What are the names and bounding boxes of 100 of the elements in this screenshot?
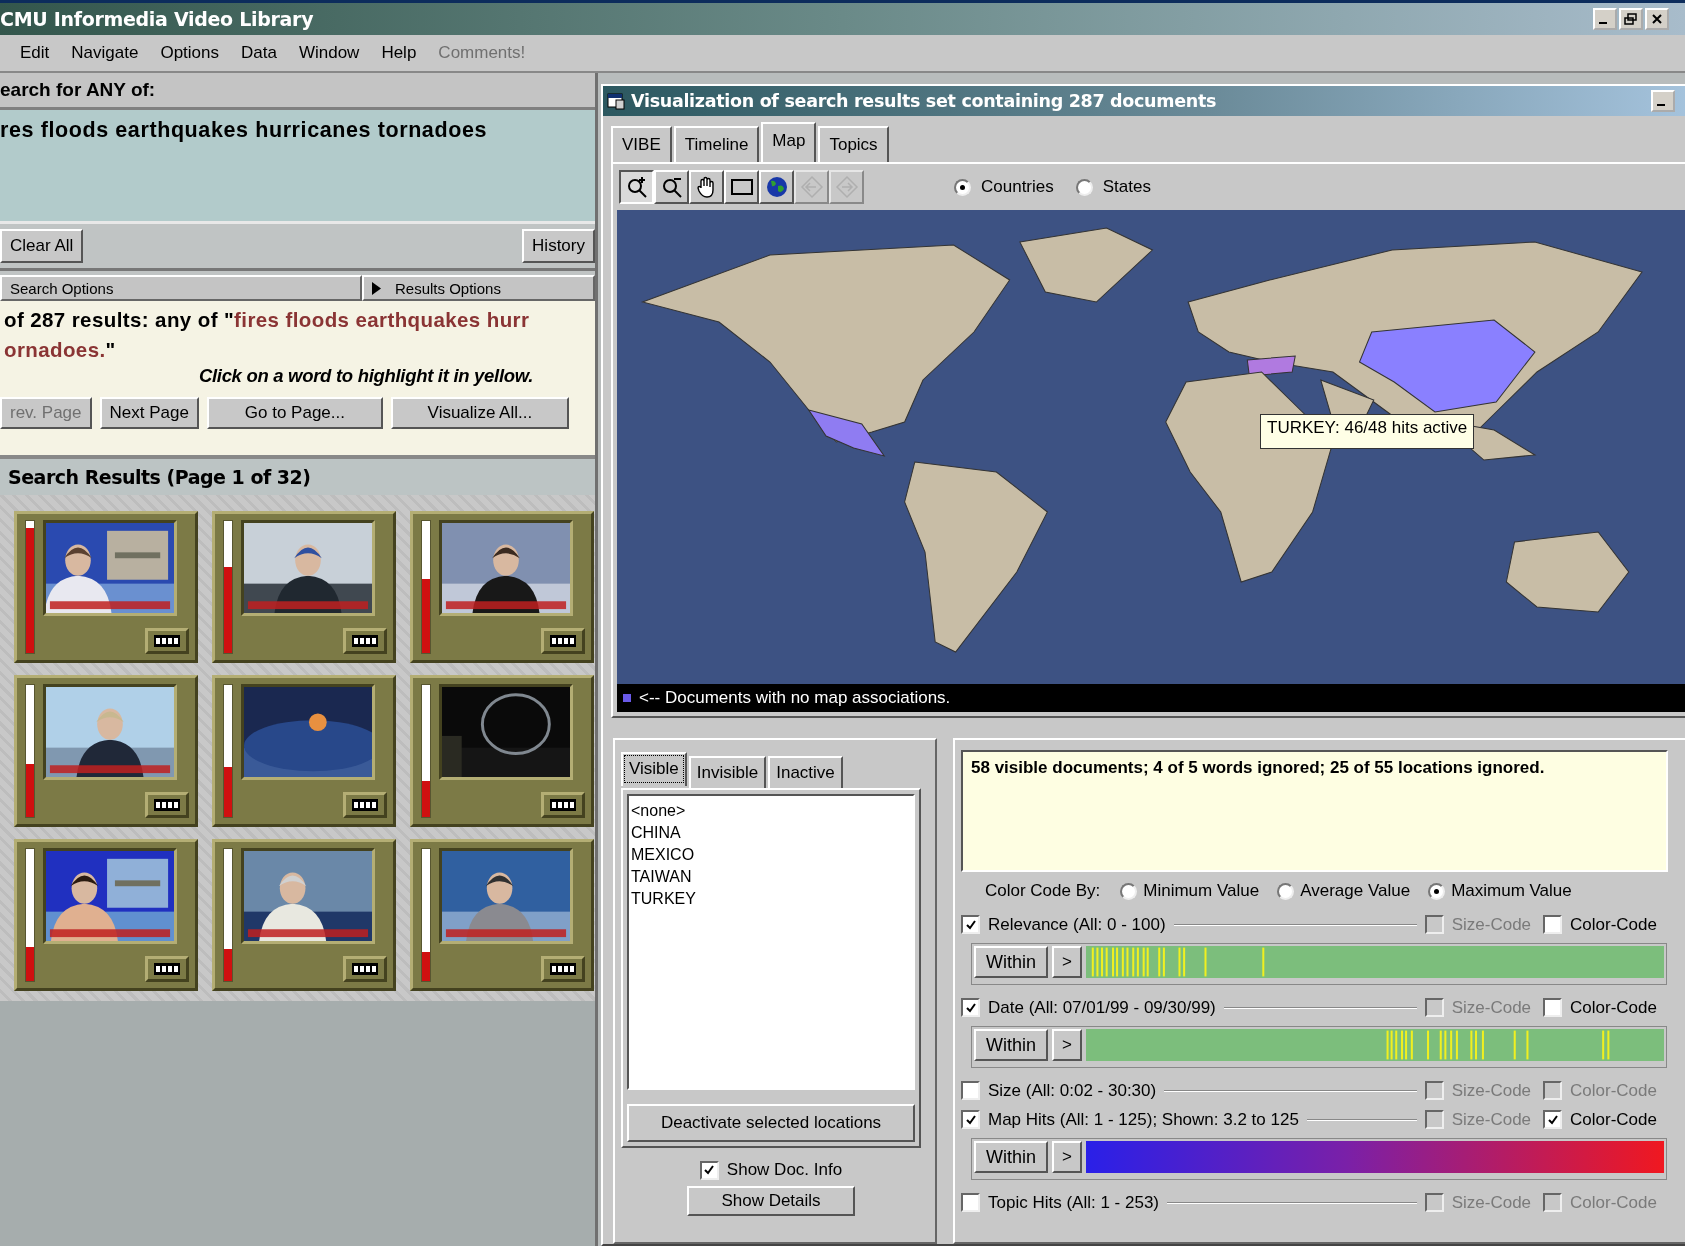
radio-button[interactable] xyxy=(1120,882,1138,900)
list-item[interactable]: <none> xyxy=(631,800,686,822)
filmstrip-button[interactable] xyxy=(541,792,585,818)
result-card[interactable] xyxy=(410,839,594,991)
checkbox[interactable] xyxy=(1543,1110,1563,1129)
tab[interactable]: Topics xyxy=(818,126,889,162)
search-label: earch for ANY of: xyxy=(0,79,156,101)
checkbox[interactable] xyxy=(961,915,980,934)
location-list[interactable]: <none> CHINA MEXICO TAIWAN TURKEY xyxy=(627,794,915,1090)
within-button[interactable]: Within xyxy=(974,1029,1048,1061)
menu-item[interactable]: Window xyxy=(298,43,360,63)
menu-item[interactable]: Navigate xyxy=(71,43,139,63)
radio-button[interactable] xyxy=(1277,882,1295,900)
menu-item[interactable]: Data xyxy=(241,43,277,63)
options-bar[interactable]: Results Options xyxy=(362,275,595,301)
map-tooltip: TURKEY: 46/48 hits active xyxy=(1260,414,1475,449)
list-item[interactable]: TAIWAN xyxy=(631,866,692,888)
filmstrip-button[interactable] xyxy=(145,628,189,654)
attribute-label: Date (All: 07/01/99 - 09/30/99) xyxy=(988,997,1216,1018)
select-button[interactable] xyxy=(724,170,759,204)
step-button[interactable]: > xyxy=(1052,946,1082,978)
filmstrip-button[interactable] xyxy=(343,956,387,982)
tab[interactable]: VIBE xyxy=(611,126,672,162)
checkbox[interactable] xyxy=(699,1160,719,1180)
filmstrip-icon xyxy=(154,963,180,975)
checkmark-icon xyxy=(1546,1113,1559,1126)
show-details-button[interactable]: Show Details xyxy=(687,1186,855,1216)
radio-button[interactable] xyxy=(954,178,971,196)
result-card[interactable] xyxy=(212,839,396,991)
clear-all-button[interactable]: Clear All xyxy=(0,229,84,263)
result-card[interactable] xyxy=(14,511,198,663)
radio-label: Minimum Value xyxy=(1143,881,1260,901)
within-button[interactable]: Within xyxy=(974,1141,1048,1173)
search-field[interactable]: res floods earthquakes hurricanes tornadoes xyxy=(0,110,595,224)
list-item[interactable]: MEXICO xyxy=(631,844,695,866)
filmstrip-button[interactable] xyxy=(541,628,585,654)
tab[interactable]: Map xyxy=(761,122,817,162)
minimize-button[interactable] xyxy=(1593,8,1617,30)
zoom-in-button[interactable] xyxy=(619,170,654,204)
color-code-label: Color-Code xyxy=(1570,1109,1657,1130)
color-code-label: Color-Code xyxy=(1570,914,1657,935)
checkbox-label: Show Doc. Info xyxy=(726,1160,843,1180)
color-code-label: Color-Code xyxy=(1570,1080,1657,1101)
restore-button[interactable] xyxy=(1619,8,1643,30)
close-button[interactable] xyxy=(1645,8,1669,30)
size-code-label: Size-Code xyxy=(1451,1109,1532,1130)
checkbox[interactable] xyxy=(961,1110,980,1129)
checkbox[interactable] xyxy=(961,1193,980,1212)
page-button[interactable]: Go to Page... xyxy=(206,397,383,429)
page-button[interactable]: Next Page xyxy=(99,397,199,429)
filmstrip-button[interactable] xyxy=(145,956,189,982)
list-item[interactable]: TURKEY xyxy=(631,888,696,910)
globe-icon xyxy=(764,175,789,199)
filmstrip-icon xyxy=(154,635,180,647)
deactivate-button[interactable]: Deactivate selected locations xyxy=(627,1104,915,1142)
filmstrip-button[interactable] xyxy=(541,956,585,982)
close-icon xyxy=(1650,13,1664,25)
options-bar[interactable]: Search Options xyxy=(0,275,362,301)
attribute-label: Relevance (All: 0 - 100) xyxy=(988,914,1166,935)
pan-button[interactable] xyxy=(689,170,724,204)
result-card[interactable] xyxy=(410,675,594,827)
step-button[interactable]: > xyxy=(1052,1029,1082,1061)
list-item[interactable]: CHINA xyxy=(631,822,681,844)
result-card[interactable] xyxy=(14,839,198,991)
right-arrow-icon xyxy=(834,175,859,199)
checkbox[interactable] xyxy=(961,1081,980,1100)
result-card[interactable] xyxy=(212,675,396,827)
radio-label: Countries xyxy=(981,177,1054,197)
attribute-label: Topic Hits (All: 1 - 253) xyxy=(988,1192,1159,1213)
filmstrip-button[interactable] xyxy=(343,792,387,818)
checkbox[interactable] xyxy=(1543,998,1563,1017)
page-button[interactable]: Visualize All... xyxy=(390,397,569,429)
menu-item[interactable]: Edit xyxy=(20,43,50,63)
minimize-icon xyxy=(1657,104,1665,106)
radio-button[interactable] xyxy=(1428,882,1446,900)
history-button[interactable]: History xyxy=(522,229,595,263)
hint-text: Click on a word to highlight it in yellow. xyxy=(198,365,534,386)
menu-item[interactable]: Help xyxy=(381,43,417,63)
filmstrip-button[interactable] xyxy=(145,792,189,818)
zoom-out-button[interactable] xyxy=(654,170,689,204)
checkbox[interactable] xyxy=(1543,915,1563,934)
info-text: 58 visible documents; 4 of 5 words ignored; 25 of 55 locations ignored. xyxy=(961,750,1668,872)
tab[interactable]: Visible xyxy=(621,752,687,786)
minimize-button[interactable] xyxy=(1651,90,1675,112)
tab[interactable]: Inactive xyxy=(768,756,843,788)
result-card[interactable] xyxy=(410,511,594,663)
menu-item[interactable]: Options xyxy=(160,43,219,63)
result-card[interactable] xyxy=(14,675,198,827)
color-code-label: Color-Code xyxy=(1570,1192,1657,1213)
within-button[interactable]: Within xyxy=(974,946,1048,978)
filmstrip-button[interactable] xyxy=(343,628,387,654)
tab[interactable]: Timeline xyxy=(673,126,760,162)
window-title: Visualization of search results set containing 287 documents xyxy=(631,91,1217,111)
globe-button[interactable] xyxy=(759,170,794,204)
size-code-label: Size-Code xyxy=(1451,997,1532,1018)
step-button[interactable]: > xyxy=(1052,1141,1082,1173)
checkbox[interactable] xyxy=(961,998,980,1017)
radio-button[interactable] xyxy=(1075,178,1093,196)
tab[interactable]: Invisible xyxy=(688,756,767,788)
result-card[interactable] xyxy=(212,511,396,663)
